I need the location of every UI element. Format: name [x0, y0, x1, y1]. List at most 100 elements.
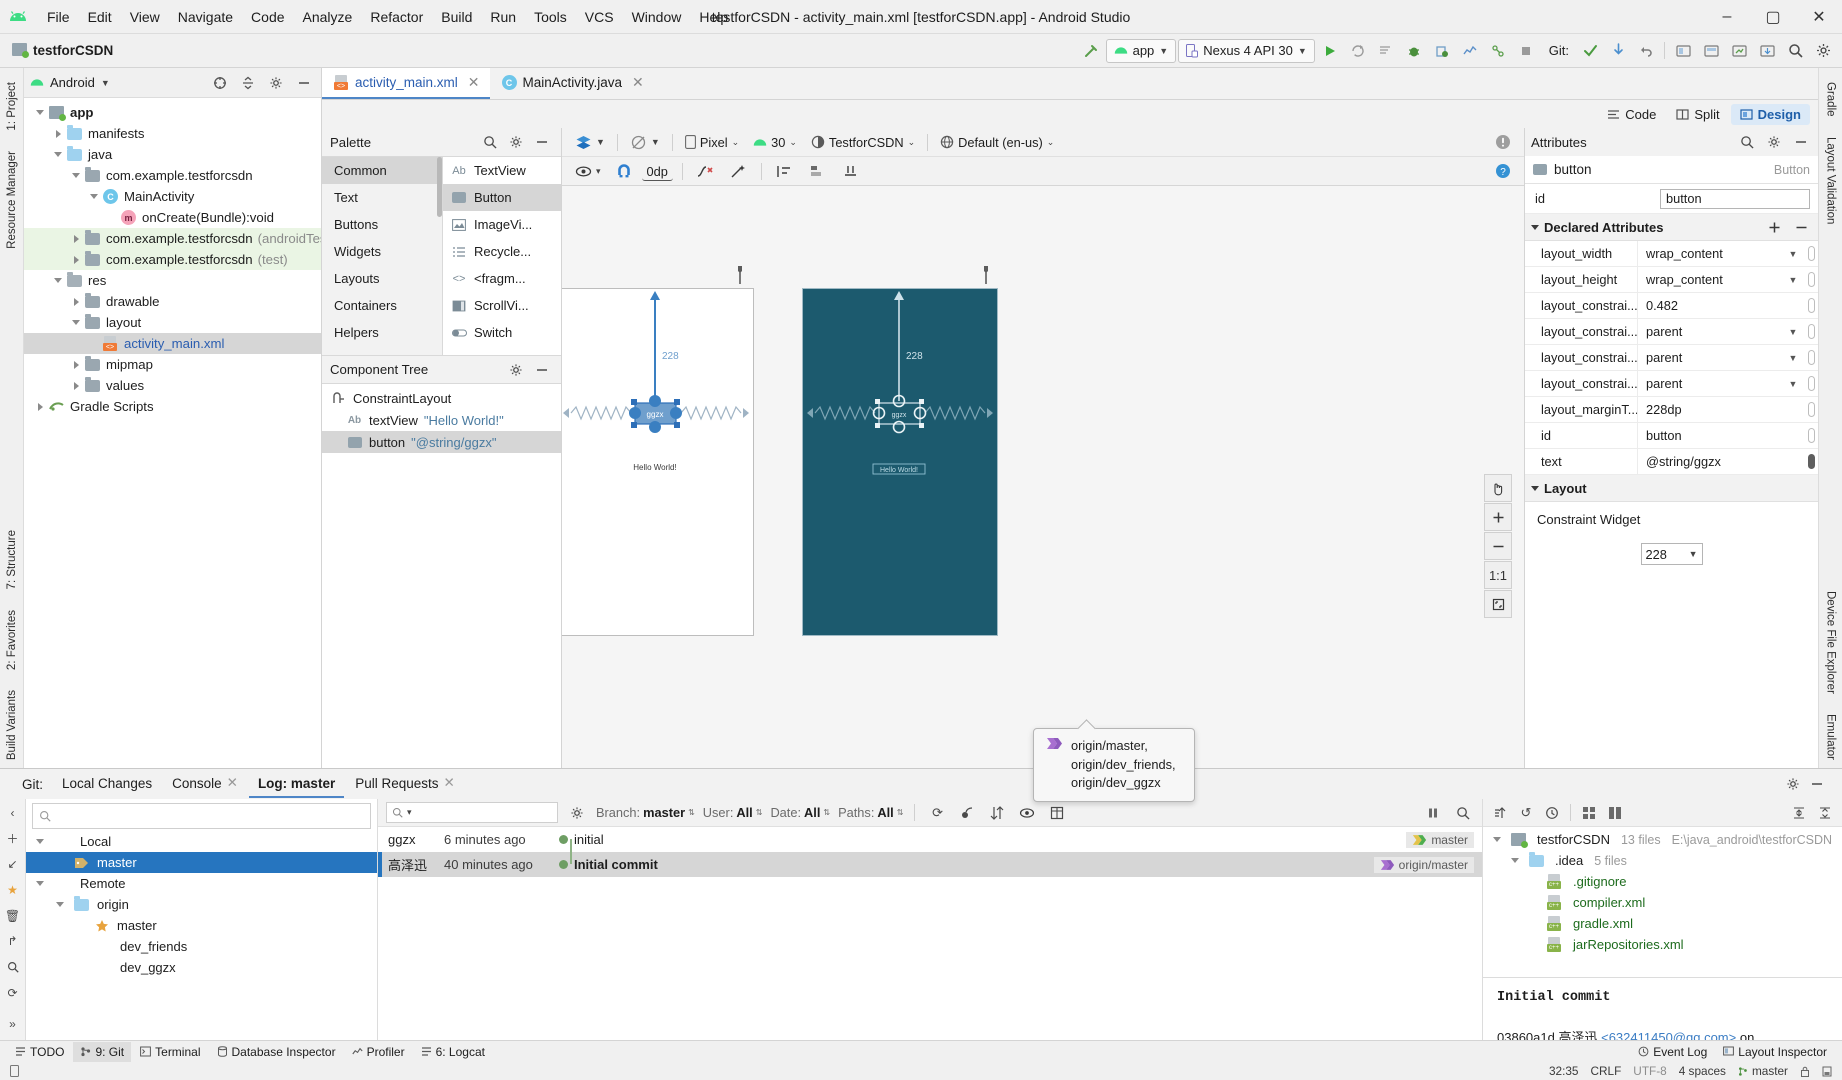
chevron-down-icon[interactable]: ▼: [1782, 379, 1804, 389]
tree-twisty[interactable]: [68, 360, 84, 369]
attribute-row-layout-height-1[interactable]: layout_height wrap_content ▼: [1525, 267, 1818, 293]
attribute-value-indicator[interactable]: [1807, 246, 1815, 261]
settings-icon[interactable]: [1810, 39, 1836, 63]
guidelines-icon[interactable]: [804, 161, 831, 182]
align-icon[interactable]: [771, 161, 798, 182]
chevron-down-icon[interactable]: [90, 194, 98, 199]
branch-item-dev-friends[interactable]: dev_friends: [26, 936, 377, 957]
caret-position[interactable]: 32:35: [1549, 1064, 1579, 1078]
tree-twisty[interactable]: [50, 129, 66, 138]
more-icon[interactable]: »: [3, 1014, 23, 1034]
close-icon[interactable]: ✕: [468, 74, 480, 91]
chevron-down-icon[interactable]: ▼: [1782, 327, 1804, 337]
status-tab-logcat[interactable]: 6: Logcat: [414, 1042, 492, 1062]
attribute-value-indicator[interactable]: [1807, 324, 1815, 339]
api-selector[interactable]: 30 ⌄: [748, 132, 802, 153]
status-tab-event-log[interactable]: Event Log: [1631, 1042, 1714, 1062]
component-tree-item-button[interactable]: button "@string/ggzx": [322, 431, 561, 453]
filter-paths[interactable]: Paths: All ⇅: [838, 805, 903, 820]
palette-item-list[interactable]: Ab TextView Button ImageVi... Recycle... <> <f…: [437, 157, 561, 355]
branch-item-origin[interactable]: origin: [26, 894, 377, 915]
collapse-branches-icon[interactable]: ‹: [3, 803, 23, 823]
chevron-right-icon[interactable]: [55, 129, 61, 138]
attribute-row-id-7[interactable]: id button: [1525, 423, 1818, 449]
tree-twisty[interactable]: [68, 320, 84, 325]
branch-search-input[interactable]: [32, 803, 371, 829]
chevron-down-icon[interactable]: [54, 152, 62, 157]
run-configuration-selector[interactable]: app ▼: [1105, 38, 1177, 63]
declared-attributes-section[interactable]: Declared Attributes: [1525, 214, 1818, 241]
tree-twisty[interactable]: [32, 881, 48, 886]
device-blueprint-preview[interactable]: 228 ggzx Hello World!: [802, 288, 998, 636]
device-file-explorer-icon[interactable]: [1754, 39, 1780, 63]
log-settings-gear-icon[interactable]: [566, 802, 588, 824]
history-icon[interactable]: [1541, 802, 1563, 824]
chevron-down-icon[interactable]: [36, 110, 44, 115]
favorite-star-icon[interactable]: ★: [3, 880, 23, 900]
tree-twisty[interactable]: [50, 152, 66, 157]
indent-setting[interactable]: 4 spaces: [1679, 1064, 1726, 1078]
tool-tab-layout-validation[interactable]: Layout Validation: [1822, 129, 1840, 232]
apply-changes-icon[interactable]: [1345, 39, 1371, 63]
attribute-value-indicator[interactable]: [1807, 402, 1815, 417]
chevron-down-icon[interactable]: [36, 881, 44, 886]
menu-view[interactable]: View: [121, 5, 169, 29]
attribute-row-id[interactable]: id button: [1525, 184, 1818, 214]
tool-tab-device-file-explorer[interactable]: Device File Explorer: [1822, 583, 1840, 702]
undo-icon[interactable]: [1633, 39, 1659, 63]
editor-tab-activity-main-xml[interactable]: <> activity_main.xml ✕: [322, 68, 490, 99]
palette-scrollbar[interactable]: [437, 157, 442, 217]
component-tree-item-constraintlayout[interactable]: ConstraintLayout: [322, 387, 561, 409]
expand-all-icon[interactable]: [1788, 802, 1810, 824]
palette-item-switch[interactable]: Switch: [443, 319, 561, 346]
baseline-icon[interactable]: [837, 161, 864, 182]
commit-ref-tag[interactable]: master: [1406, 831, 1474, 848]
tree-item-mainactivity[interactable]: C MainActivity: [24, 186, 321, 207]
tree-item-activity-main-xml[interactable]: <> activity_main.xml: [24, 333, 321, 354]
tree-twisty[interactable]: [68, 297, 84, 306]
attributes-table[interactable]: layout_width wrap_content ▼ layout_height wr…: [1525, 241, 1818, 475]
tool-tab-build-variants[interactable]: Build Variants: [3, 682, 21, 768]
palette-item-imagevi[interactable]: ImageVi...: [443, 211, 561, 238]
branch-item-master[interactable]: master: [26, 852, 377, 873]
group-by-directory-icon[interactable]: [1578, 802, 1600, 824]
attribute-value[interactable]: @string/ggzx: [1646, 454, 1721, 469]
menu-tools[interactable]: Tools: [525, 5, 576, 29]
status-tab-profiler[interactable]: Profiler: [345, 1042, 412, 1062]
refresh-icon[interactable]: ⟳: [3, 983, 23, 1003]
gear-icon[interactable]: [505, 359, 527, 381]
palette-item-button[interactable]: Button: [443, 184, 561, 211]
status-tab-todo[interactable]: TODO: [8, 1042, 71, 1062]
collapse-all-icon[interactable]: [1814, 802, 1836, 824]
tree-twisty[interactable]: [32, 402, 48, 411]
git-tab-log-master[interactable]: Log: master: [248, 771, 345, 798]
palette-category-buttons[interactable]: Buttons: [322, 211, 442, 238]
tree-item-manifests[interactable]: manifests: [24, 123, 321, 144]
search-icon[interactable]: [3, 957, 23, 977]
close-icon[interactable]: ✕: [632, 74, 644, 91]
palette-item-textview[interactable]: Ab TextView: [443, 157, 561, 184]
device-selector[interactable]: Pixel ⌄: [680, 132, 744, 153]
minimize-button[interactable]: –: [1704, 0, 1750, 34]
changed-files-tree[interactable]: testforCSDN 13 files E:\java_android\testf…: [1483, 827, 1842, 977]
attribute-value[interactable]: parent: [1646, 350, 1682, 365]
tool-tab-structure[interactable]: 7: Structure: [3, 522, 21, 597]
default-margin-selector[interactable]: 0dp: [641, 161, 673, 181]
menu-vcs[interactable]: VCS: [576, 5, 623, 29]
tree-item-oncreate-bundle-void[interactable]: m onCreate(Bundle):void: [24, 207, 321, 228]
chevron-down-icon[interactable]: ▼: [1782, 353, 1804, 363]
chevron-down-icon[interactable]: [36, 839, 44, 844]
menu-code[interactable]: Code: [242, 5, 293, 29]
zoom-fit-icon[interactable]: [1484, 590, 1512, 618]
attribute-value[interactable]: 0.482: [1646, 298, 1678, 313]
tree-twisty[interactable]: [68, 255, 84, 264]
constraint-widget-value-field[interactable]: 228 ▼: [1640, 543, 1703, 565]
project-breadcrumb[interactable]: testforCSDN: [6, 42, 113, 59]
chevron-down-icon[interactable]: [72, 320, 80, 325]
new-branch-icon[interactable]: ↱: [3, 931, 23, 951]
attribute-row-layout-constrai--3[interactable]: layout_constrai... parent ▼: [1525, 319, 1818, 345]
zoom-out-icon[interactable]: [1484, 532, 1512, 560]
editor-tab-mainactivity-java[interactable]: C MainActivity.java ✕: [490, 68, 654, 99]
pan-icon[interactable]: [1484, 474, 1512, 502]
attribute-value-indicator[interactable]: [1807, 428, 1815, 443]
